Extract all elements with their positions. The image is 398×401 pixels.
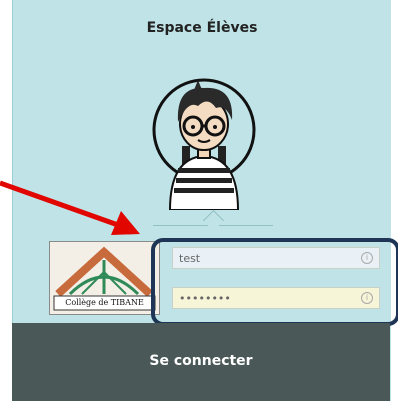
- school-logo: Collège de TIBANE: [49, 241, 160, 315]
- school-logo-text: Collège de TIBANE: [65, 298, 144, 307]
- connect-bar[interactable]: Se connecter: [12, 323, 390, 401]
- divider-notch: [202, 209, 225, 232]
- connect-button[interactable]: Se connecter: [12, 353, 390, 369]
- arrow-icon: [0, 180, 140, 235]
- page-title: Espace Élèves: [146, 20, 258, 36]
- highlight-box: [151, 238, 398, 326]
